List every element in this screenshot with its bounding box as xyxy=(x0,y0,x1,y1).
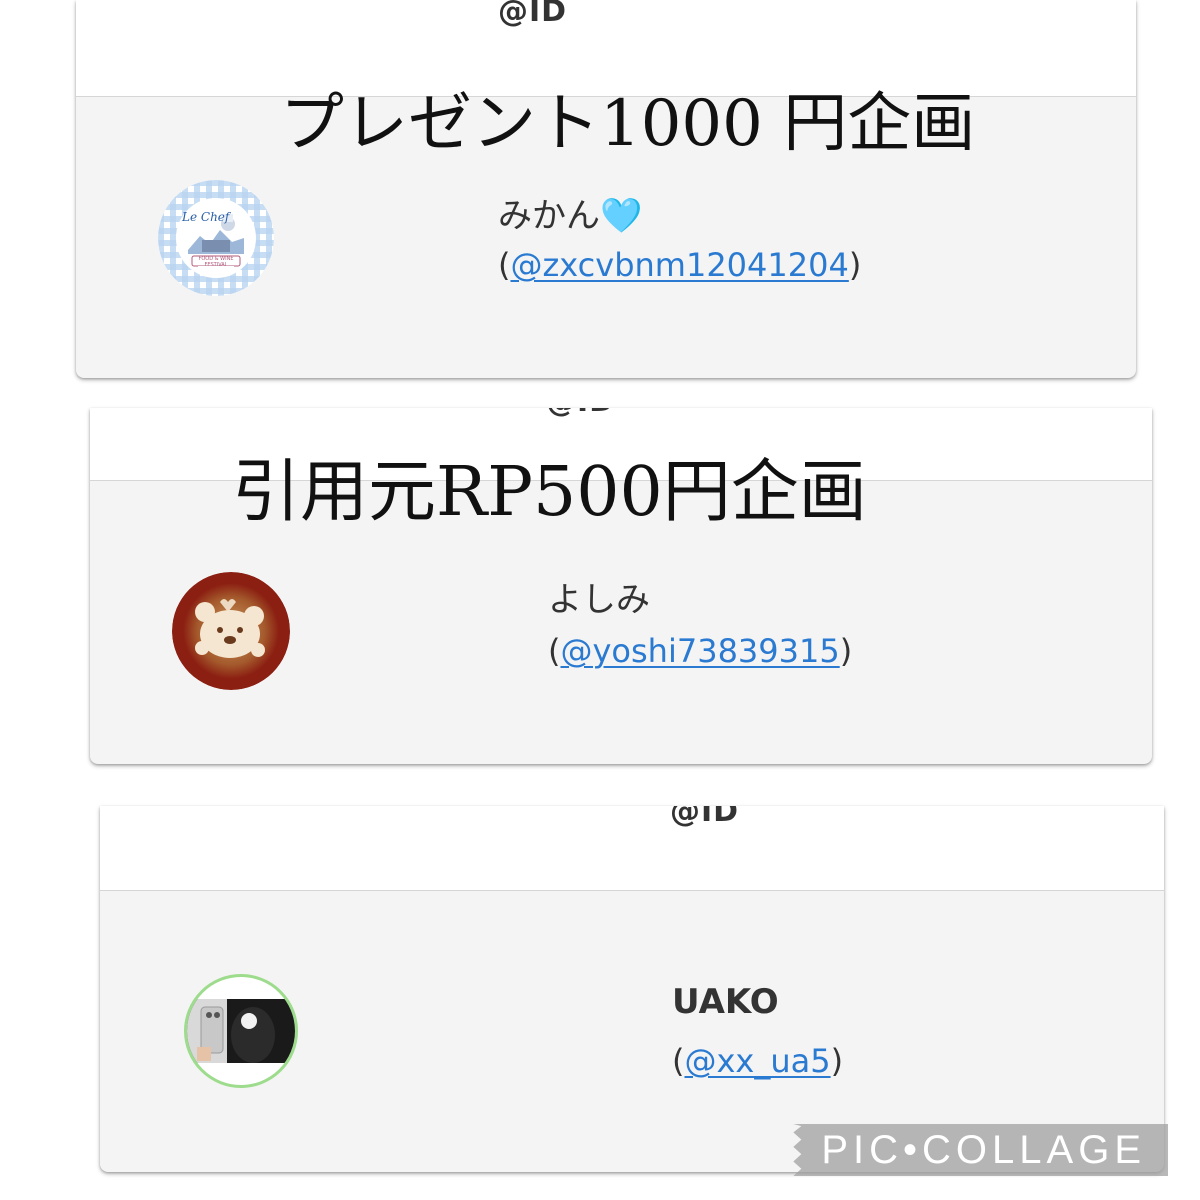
card-header: @ID xyxy=(100,806,1164,891)
latte-art-bear-icon xyxy=(172,572,290,690)
user-handle: (@zxcvbnm12041204) xyxy=(498,246,862,284)
avatar[interactable] xyxy=(172,572,290,690)
entry-card-3: @ID UAKO (@xx_ua5) xyxy=(100,806,1164,1172)
avatar[interactable]: Le Chef FOOD & WINE FESTIVAL xyxy=(158,180,274,296)
user-name: みかん🩵 xyxy=(498,188,642,237)
user-handle-link[interactable]: @zxcvbnm12041204 xyxy=(510,246,848,284)
user-name-text: UAKO xyxy=(672,982,779,1022)
user-name-text: みかん xyxy=(498,196,600,236)
user-name: よしみ xyxy=(548,572,650,621)
selfie-photo-icon xyxy=(187,999,295,1063)
avatar-text-bottom: FOOD & WINE FESTIVAL xyxy=(198,256,234,268)
id-label: @ID xyxy=(670,806,740,829)
avatar-text-top: Le Chef xyxy=(182,210,230,224)
id-label: @ID xyxy=(498,0,568,29)
user-handle-link[interactable]: @yoshi73839315 xyxy=(560,632,839,670)
caption-present-1000-yen: プレゼント1000 円企画 xyxy=(280,87,976,161)
user-handle-link[interactable]: @xx_ua5 xyxy=(684,1042,830,1080)
caption-quote-rp-500-yen: 引用元RP500円企画 xyxy=(232,453,867,532)
entry-card-1: @ID Le Chef FOOD & WINE FESTIVAL みかん🩵 (@… xyxy=(76,0,1136,378)
user-name-text: よしみ xyxy=(548,580,650,620)
user-handle: (@yoshi73839315) xyxy=(548,632,853,670)
avatar[interactable] xyxy=(184,974,298,1088)
light-blue-heart-icon: 🩵 xyxy=(600,196,643,236)
pic-collage-watermark: PIC•COLLAGE xyxy=(793,1124,1168,1176)
id-label: @ID xyxy=(546,408,615,419)
user-name: UAKO xyxy=(672,982,779,1022)
user-handle: (@xx_ua5) xyxy=(672,1042,844,1080)
le-chef-badge-icon xyxy=(158,180,274,296)
